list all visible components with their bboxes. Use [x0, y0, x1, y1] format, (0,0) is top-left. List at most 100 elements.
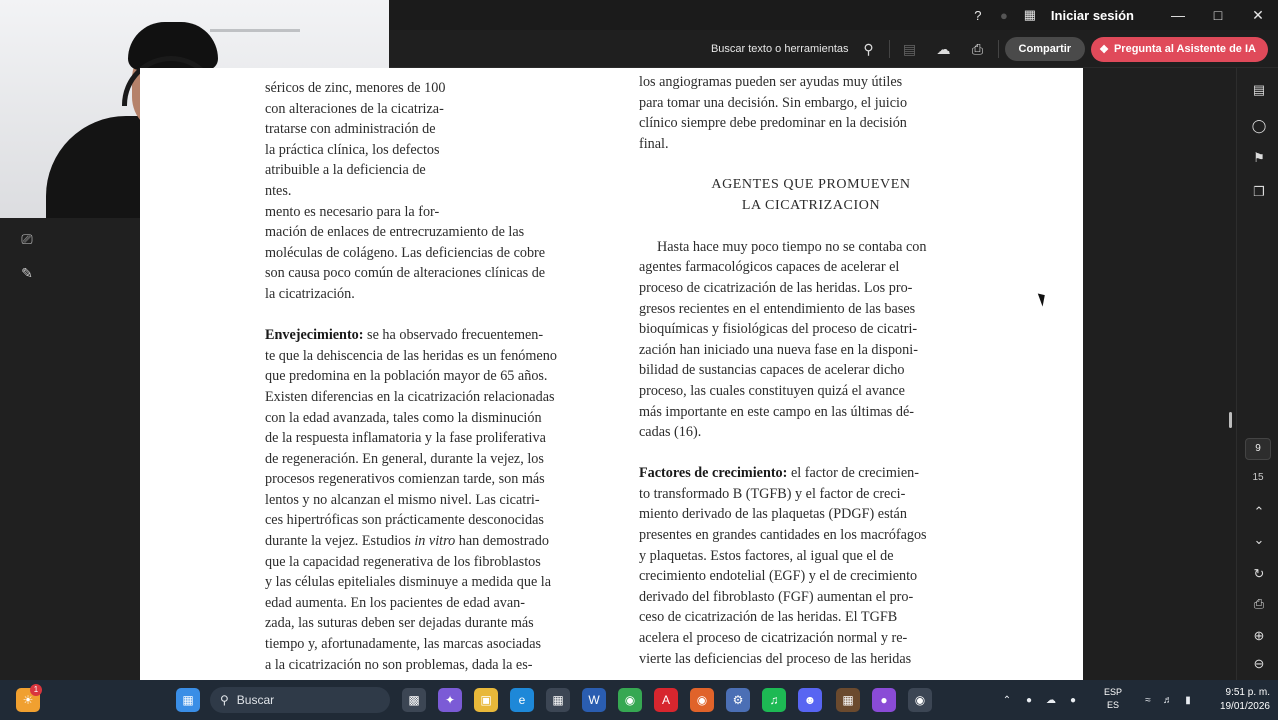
save-icon[interactable]: ⎙ — [1249, 594, 1269, 614]
help-icon[interactable]: ? — [965, 8, 991, 23]
task-view-icon[interactable]: ▩ — [402, 688, 426, 712]
section-heading-line-1: AGENTES QUE PROMUEVEN — [711, 176, 911, 192]
total-pages: 15 — [1252, 472, 1264, 483]
text-line: crecimiento endotelial (EGF) y el de cre… — [639, 568, 918, 585]
text-line: proceso de cicatrización de las heridas.… — [639, 279, 913, 296]
text-line: edad aumenta. En los pacientes de edad a… — [265, 594, 525, 611]
spotify-icon[interactable]: ♫ — [762, 688, 786, 712]
share-button[interactable]: Compartir — [1004, 37, 1086, 61]
text-line: mación de enlaces de entrecruzamiento de… — [265, 224, 525, 241]
bookmark-icon[interactable]: ⚑ — [1249, 148, 1269, 168]
clock-date: 19/01/2026 — [1219, 701, 1270, 712]
copy-pages-icon[interactable]: ❐ — [1249, 182, 1269, 202]
bell-icon[interactable]: ● — [991, 8, 1017, 23]
aging-paragraph-tail: que la capacidad regenerativa de los fib… — [265, 552, 607, 676]
text-line: con alteraciones de la cicatriza- — [265, 100, 444, 117]
signin-button[interactable]: Iniciar sesión — [1051, 8, 1134, 23]
acrobat-icon[interactable]: A — [654, 688, 678, 712]
chevron-down-icon[interactable]: ⌄ — [1249, 530, 1269, 550]
text-line: los angiogramas pueden ser ayudas muy út… — [639, 74, 903, 90]
chevron-up-icon[interactable]: ⌃ — [1249, 502, 1269, 522]
text-line: presentes en grandes cantidades en los m… — [639, 527, 927, 544]
right-column: los angiogramas pueden ser ayudas muy út… — [639, 72, 983, 669]
text-line: vierte las deficiencias del proceso de l… — [639, 650, 912, 667]
system-tray: ⌃ ● ☁ ● — [996, 680, 1084, 720]
text-line: derivado del fibroblasto (FGF) aumentan … — [639, 588, 914, 605]
text-line: son causa poco común de alteraciones clí… — [265, 265, 546, 282]
aging-paragraph: te que la dehiscencia de las heridas es … — [265, 346, 607, 531]
text-line: séricos de zinc, menores de 100 — [265, 80, 446, 96]
text-line: bioquímicas y fisiológicas del proceso d… — [639, 321, 918, 338]
steam-icon[interactable]: ◉ — [908, 688, 932, 712]
canvas-margin — [1083, 68, 1236, 680]
toolbar-divider — [997, 40, 999, 58]
chevron-up-icon[interactable]: ⌃ — [996, 695, 1018, 706]
ai-summary-icon[interactable]: ▤ — [1249, 80, 1269, 100]
zoom-out-icon[interactable]: ⊖ — [1249, 654, 1269, 674]
text-select-icon[interactable]: ⎚ — [14, 226, 40, 252]
copilot-icon[interactable]: ✦ — [438, 688, 462, 712]
minecraft-icon[interactable]: ▦ — [836, 688, 860, 712]
text-line: y las células epiteliales disminuye a me… — [265, 574, 552, 591]
title-bar-controls: ? ● ▦ Iniciar sesión — □ ✕ — [965, 0, 1278, 30]
right-column-top-text: los angiogramas pueden ser ayudas muy út… — [639, 72, 983, 154]
network-volume-battery[interactable]: ≈ ♬ ▮ — [1138, 680, 1198, 720]
edge-icon[interactable]: e — [510, 688, 534, 712]
text-line: a la cicatrización no son problemas, dad… — [265, 656, 533, 673]
microphone-icon[interactable]: ● — [1062, 695, 1084, 706]
text-line: y plaquetas. Estos factores, al igual qu… — [639, 547, 894, 564]
upload-cloud-icon[interactable]: ☁ — [930, 41, 958, 58]
text-line: para tomar una decisión. Sin embargo, el… — [639, 94, 908, 111]
start-windows-icon[interactable]: ▦ — [176, 688, 200, 712]
wifi-icon: ≈ — [1145, 694, 1151, 706]
text-line: lentos y no alcanzan el mismo nivel. Las… — [265, 491, 540, 508]
search-tools-label[interactable]: Buscar texto o herramientas — [711, 43, 849, 55]
maximize-icon[interactable]: □ — [1198, 7, 1238, 23]
text-line: mento es necesario para la for- — [265, 203, 440, 220]
ai-assistant-button[interactable]: ❖ Pregunta al Asistente de IA — [1091, 36, 1268, 62]
minimize-icon[interactable]: — — [1158, 7, 1198, 23]
zoom-in-icon[interactable]: ⊕ — [1249, 626, 1269, 646]
text-line: procesos regenerativos comienzan tarde, … — [265, 471, 545, 488]
discord-icon[interactable]: ☻ — [798, 688, 822, 712]
chrome-icon[interactable]: ◉ — [618, 688, 642, 712]
text-line: atribuible a la deficiencia de — [265, 162, 426, 179]
text-line: con la edad avanzada, tales como la dism… — [265, 409, 542, 426]
clock[interactable]: 9:51 p. m. 19/01/2026 — [1220, 686, 1270, 714]
comment-icon[interactable]: ◯ — [1249, 116, 1269, 136]
taskbar: ☀ 1 ▦ ⚲ Buscar ▩ ✦ ▣ e ▦ W ◉ A ◉ ⚙ ♫ ☻ ▦… — [0, 680, 1278, 720]
form-icon[interactable]: ▤ — [896, 41, 924, 58]
text-line: zación han iniciado una nueva fase en la… — [639, 341, 918, 358]
apps-grid-icon[interactable]: ▦ — [1017, 7, 1043, 23]
search-icon[interactable]: ⚲ — [855, 41, 883, 58]
text-line: ceso de cicatrización de las heridas. El… — [639, 609, 898, 626]
cloud-icon[interactable]: ☁ — [1040, 695, 1062, 706]
input-language[interactable]: ESP ES — [1104, 686, 1122, 712]
text-line: Existen diferencias en la cicatrización … — [265, 388, 555, 405]
tray-app-icon[interactable]: ● — [1018, 695, 1040, 706]
scrollbar-thumb[interactable] — [1229, 412, 1232, 428]
text-line: cadas (16). — [639, 424, 702, 441]
store-icon[interactable]: ▦ — [546, 688, 570, 712]
gamepad-icon[interactable]: ⚙ — [726, 688, 750, 712]
taskbar-search[interactable]: ⚲ Buscar — [210, 687, 390, 713]
text-line: la práctica clínica, los defectos — [265, 141, 440, 158]
refresh-icon[interactable]: ↻ — [1249, 564, 1269, 584]
word-icon[interactable]: W — [582, 688, 606, 712]
pdf-page: séricos de zinc, menores de 100 con alter… — [140, 68, 1083, 680]
close-icon[interactable]: ✕ — [1238, 7, 1278, 24]
text-line: Hasta hace muy poco tiempo no se contaba… — [657, 238, 927, 255]
text-line: zada, las suturas deben ser dejadas dura… — [265, 615, 534, 632]
app-icon[interactable]: ◉ — [690, 688, 714, 712]
ai-assistant-label: Pregunta al Asistente de IA — [1113, 43, 1256, 55]
print-icon[interactable]: ⎙ — [964, 41, 992, 58]
app-purple-icon[interactable]: ● — [872, 688, 896, 712]
file-explorer-icon[interactable]: ▣ — [474, 688, 498, 712]
current-page-field[interactable]: 9 — [1245, 438, 1271, 460]
text-line: que predomina en la población mayor de 6… — [265, 368, 548, 385]
text-line: ces hipertróficas son prácticamente desc… — [265, 512, 544, 529]
text-line: ntes. — [265, 182, 292, 199]
sign-pen-icon[interactable]: ✎ — [14, 260, 40, 286]
aging-title: Envejecimiento: — [265, 327, 364, 344]
text-line: to transformado B (TGFB) y el factor de … — [639, 485, 906, 502]
